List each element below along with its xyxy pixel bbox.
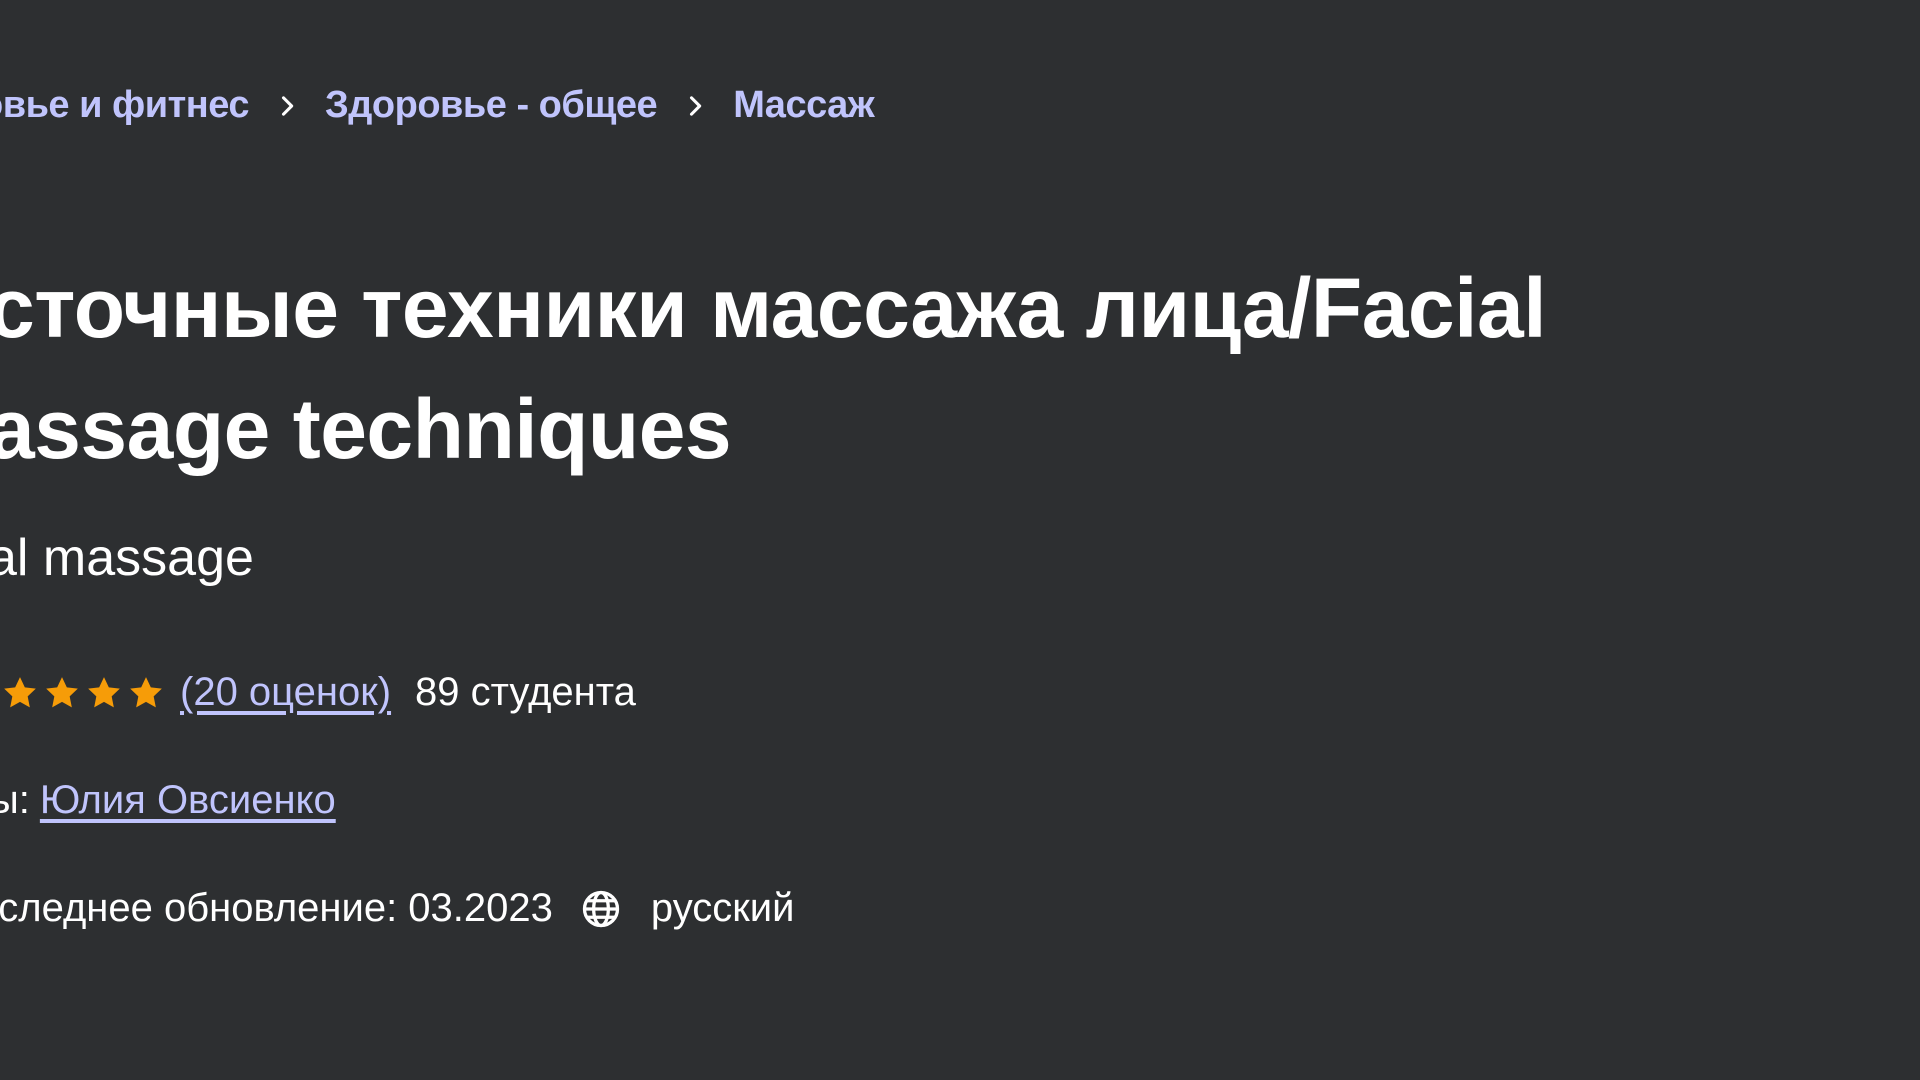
chevron-right-icon (269, 88, 305, 124)
star-icon (46, 676, 78, 707)
rating-stars (0, 673, 166, 713)
authors-label: ы: (0, 778, 30, 822)
course-subtitle: al massage (0, 529, 254, 587)
ratings-count-link[interactable]: (20 оценок) (180, 670, 391, 715)
students-count: 89 студента (415, 670, 636, 714)
chevron-right-icon (677, 88, 713, 124)
star-icon (130, 676, 162, 707)
breadcrumb: овье и фитнес Здоровье - общее Массаж (0, 84, 875, 127)
breadcrumb-item-massage[interactable]: Массаж (733, 84, 875, 127)
authors-row: ы: Юлия Овсиенко (0, 778, 336, 823)
breadcrumb-item-health-general[interactable]: Здоровье - общее (325, 84, 658, 127)
globe-icon (582, 890, 620, 927)
course-title: сточные техники массажа лица/Facial assa… (0, 261, 1547, 476)
meta-row: оследнее обновление: 03.2023 русский (0, 886, 794, 931)
last-updated: оследнее обновление: 03.2023 (0, 886, 553, 930)
star-icon (4, 676, 36, 707)
author-link[interactable]: Юлия Овсиенко (40, 778, 336, 823)
course-language: русский (650, 886, 795, 930)
breadcrumb-item-health-fitness[interactable]: овье и фитнес (0, 84, 249, 127)
rating-row: (20 оценок) 89 студента (0, 670, 636, 715)
star-icon (88, 676, 120, 707)
course-header: овье и фитнес Здоровье - общее Массаж ст… (0, 0, 1920, 1080)
